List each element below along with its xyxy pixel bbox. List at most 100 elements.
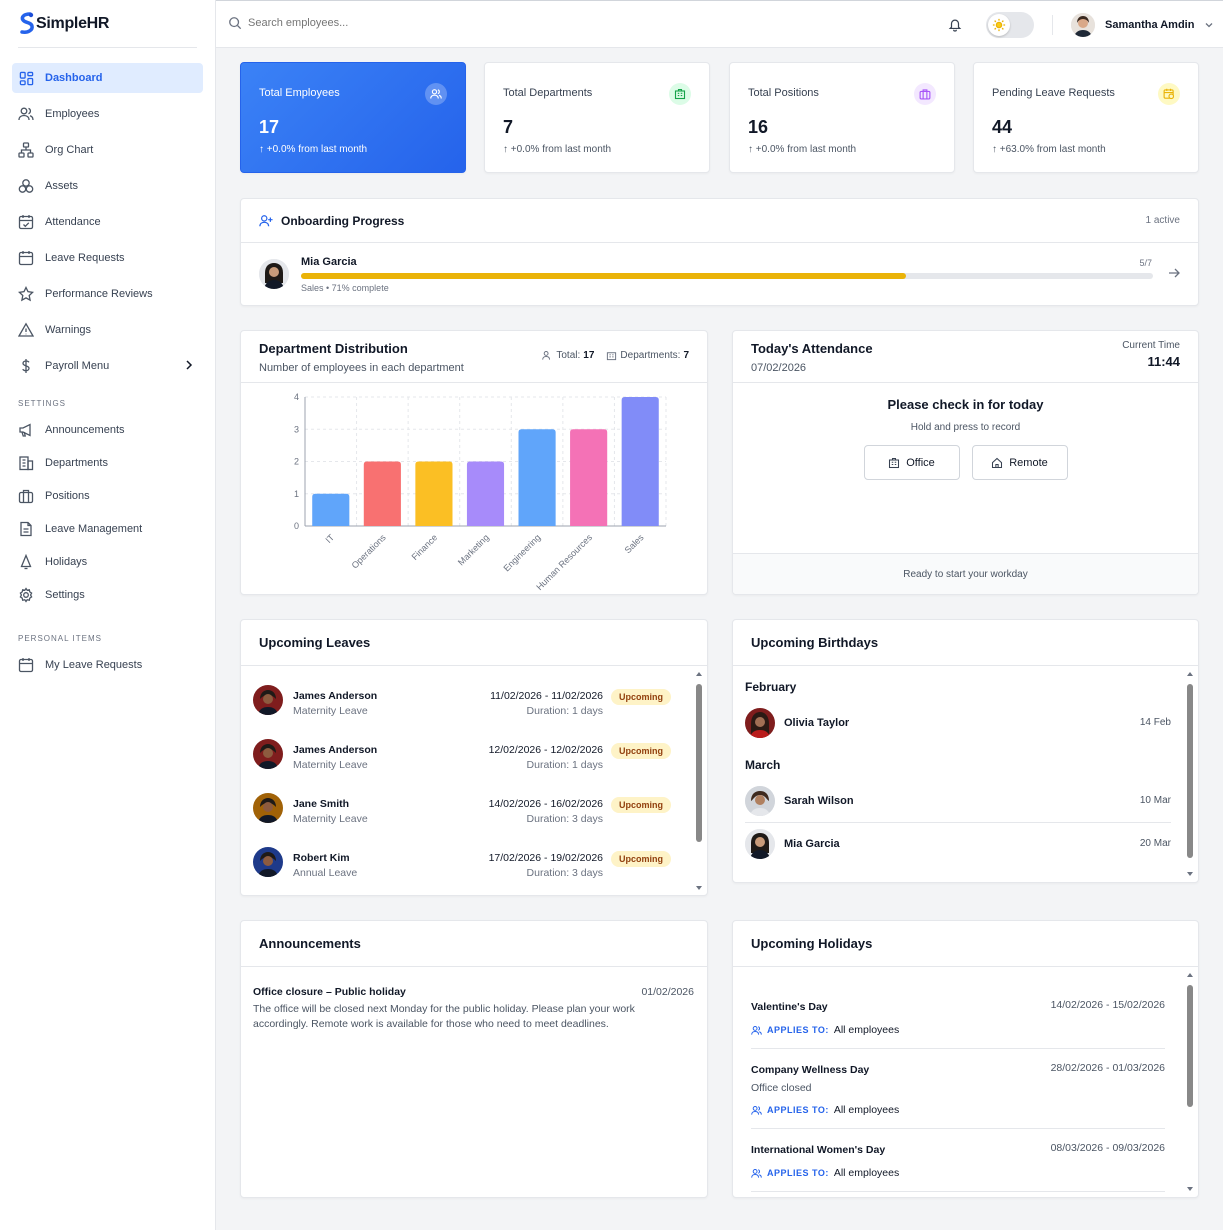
home-icon: [992, 457, 1003, 468]
search-bar[interactable]: [228, 16, 448, 30]
leave-dates: 12/02/2026 - 12/02/2026: [488, 744, 603, 756]
leave-duration: Duration: 1 days: [526, 759, 603, 771]
announcement-date: 01/02/2026: [641, 986, 694, 998]
sidebar-item-announcements[interactable]: Announcements: [12, 416, 203, 443]
applies-to-value: All employees: [833, 1024, 900, 1036]
sidebar-item-departments[interactable]: Departments: [12, 449, 203, 476]
birthday-item[interactable]: Sarah Wilson 10 Mar: [745, 786, 1171, 816]
birthdays-header: Upcoming Birthdays: [733, 620, 1198, 666]
search-icon: [229, 17, 242, 30]
scroll-down-icon[interactable]: [1186, 1185, 1194, 1193]
stat-card-total-employees[interactable]: Total Employees 17 ↑ +0.0% from last mon…: [240, 62, 466, 173]
leaves-scrollbar[interactable]: [695, 670, 703, 892]
stat-card-pending-leave[interactable]: Pending Leave Requests 44 ↑ +63.0% from …: [973, 62, 1199, 173]
sidebar-item-performance-reviews[interactable]: Performance Reviews: [12, 279, 203, 309]
leave-employee-name: James Anderson: [293, 690, 378, 702]
sidebar-item-assets[interactable]: Assets: [12, 171, 203, 201]
birthday-date: 14 Feb: [1139, 717, 1171, 728]
leave-type: Maternity Leave: [293, 759, 368, 771]
sidebar-item-holidays[interactable]: Holidays: [12, 548, 203, 575]
holiday-item[interactable]: International Women's Day 08/03/2026 - 0…: [751, 1142, 1165, 1179]
check-in-prompt: Please check in for today: [887, 397, 1044, 412]
leave-item[interactable]: Jane Smith Maternity Leave 14/02/2026 - 16…: [253, 793, 681, 833]
check-in-hint: Hold and press to record: [910, 422, 1021, 433]
birthdays-scrollbar[interactable]: [1186, 670, 1194, 878]
user-menu[interactable]: Samantha Amdin: [1071, 13, 1214, 37]
holiday-item[interactable]: Valentine's Day 14/02/2026 - 15/02/2026 …: [751, 999, 1165, 1036]
onboarding-row[interactable]: Mia Garcia 5/7 Sales • 71% complete: [241, 243, 1198, 305]
notifications-button[interactable]: [948, 17, 962, 35]
scroll-thumb[interactable]: [1187, 684, 1193, 858]
birthdays-title: Upcoming Birthdays: [751, 635, 879, 650]
scroll-thumb[interactable]: [1187, 985, 1193, 1107]
remote-check-in-button[interactable]: Remote: [971, 445, 1068, 480]
search-input[interactable]: [248, 17, 448, 29]
bar-operations: [363, 461, 401, 526]
dollar-icon: [18, 358, 34, 374]
sidebar-item-leave-management[interactable]: Leave Management: [12, 515, 203, 542]
building-icon: [669, 83, 691, 105]
holidays-list[interactable]: Valentine's Day 14/02/2026 - 15/02/2026 …: [733, 968, 1183, 1197]
sidebar-item-label: Dashboard: [45, 72, 103, 84]
logo[interactable]: SimpleHR: [18, 0, 197, 48]
holidays-header: Upcoming Holidays: [733, 921, 1198, 967]
leave-item[interactable]: Robert Kim Annual Leave 17/02/2026 - 19/02…: [253, 847, 681, 887]
current-time-label: Current Time: [1122, 340, 1180, 351]
briefcase-icon: [18, 488, 34, 504]
department-distribution-card: Department Distribution Number of employ…: [240, 330, 708, 595]
onboarding-steps: 5/7: [1139, 258, 1152, 268]
sidebar-item-org-chart[interactable]: Org Chart: [12, 135, 203, 165]
upcoming-birthdays-card: Upcoming Birthdays February Olivia Taylo…: [732, 619, 1199, 883]
chevron-right-icon: [183, 358, 195, 375]
toggle-knob: [988, 14, 1010, 36]
leave-dates: 11/02/2026 - 11/02/2026: [490, 690, 603, 702]
stat-card-total-departments[interactable]: Total Departments 7 ↑ +0.0% from last mo…: [484, 62, 710, 173]
users-icon: [751, 1168, 762, 1178]
holiday-name: International Women's Day: [751, 1144, 886, 1156]
scroll-up-icon[interactable]: [1186, 670, 1194, 678]
arrow-right-icon[interactable]: [1168, 267, 1180, 282]
holidays-scrollbar[interactable]: [1186, 971, 1194, 1193]
sidebar-item-my-leave-requests[interactable]: My Leave Requests: [12, 651, 203, 678]
birthday-item[interactable]: Mia Garcia 20 Mar: [745, 829, 1171, 859]
announcements-header: Announcements: [241, 921, 707, 967]
sidebar-item-attendance[interactable]: Attendance: [12, 207, 203, 237]
stat-card-total-positions[interactable]: Total Positions 16 ↑ +0.0% from last mon…: [729, 62, 955, 173]
sidebar-item-leave-requests[interactable]: Leave Requests: [12, 243, 203, 273]
leave-item[interactable]: James Anderson Maternity Leave 12/02/2026 …: [253, 739, 681, 779]
leave-type: Maternity Leave: [293, 813, 368, 825]
holiday-item[interactable]: Company Wellness Day 28/02/2026 - 01/03/…: [751, 1062, 1165, 1116]
leave-item[interactable]: James Anderson Maternity Leave 11/02/2026 …: [253, 685, 681, 725]
sidebar-item-employees[interactable]: Employees: [12, 99, 203, 129]
sidebar-item-positions[interactable]: Positions: [12, 482, 203, 509]
theme-toggle[interactable]: [986, 12, 1034, 38]
onboarding-active-count: 1 active: [1145, 215, 1180, 226]
sidebar-item-payroll-menu[interactable]: Payroll Menu: [12, 351, 203, 381]
sidebar-item-settings[interactable]: Settings: [12, 581, 203, 608]
scroll-thumb[interactable]: [696, 684, 702, 842]
attendance-title: Today's Attendance: [751, 341, 873, 356]
scroll-up-icon[interactable]: [695, 670, 703, 678]
office-check-in-button[interactable]: Office: [863, 445, 960, 480]
upcoming-holidays-card: Upcoming Holidays Valentine's Day 14/02/…: [732, 920, 1199, 1198]
birthday-item[interactable]: Olivia Taylor 14 Feb: [745, 708, 1171, 738]
bar-finance: [415, 461, 453, 526]
scroll-down-icon[interactable]: [695, 884, 703, 892]
current-time: Current Time 11:44: [1122, 340, 1180, 369]
sidebar-item-dashboard[interactable]: Dashboard: [12, 63, 203, 93]
announcement-body: The office will be closed next Monday fo…: [253, 1003, 635, 1030]
attendance-header: Today's Attendance 07/02/2026 Current Ti…: [733, 331, 1198, 383]
department-summary: Total: 17 Departments: 7: [542, 350, 689, 361]
leave-type: Maternity Leave: [293, 705, 368, 717]
scroll-down-icon[interactable]: [1186, 870, 1194, 878]
birthdays-list[interactable]: February Olivia Taylor 14 Feb March Sara…: [733, 667, 1183, 881]
x-tick-label: Engineering: [501, 532, 542, 573]
sidebar-item-warnings[interactable]: Warnings: [12, 315, 203, 345]
department-subtitle: Number of employees in each department: [259, 362, 464, 374]
scroll-up-icon[interactable]: [1186, 971, 1194, 979]
leaves-list[interactable]: James Anderson Maternity Leave 11/02/2026 …: [241, 667, 693, 895]
app-name: SimpleHR: [36, 14, 110, 32]
bar-human-resources: [570, 429, 608, 526]
announcement-item[interactable]: Office closure – Public holiday 01/02/20…: [241, 967, 707, 1032]
onboarding-title: Onboarding Progress: [281, 213, 405, 228]
